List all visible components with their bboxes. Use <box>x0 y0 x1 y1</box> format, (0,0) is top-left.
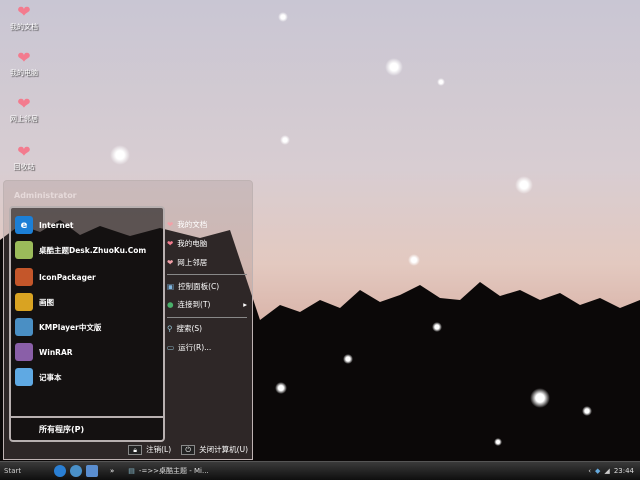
all-programs-button[interactable]: 所有程序(P) <box>11 416 163 440</box>
desktop-icon-my-computer[interactable]: ❤ 我的电脑 <box>2 50 46 78</box>
divider <box>167 274 247 275</box>
desktop-icon-network[interactable]: ❤ 网上邻居 <box>2 96 46 124</box>
lock-icon: 🔒︎ <box>128 444 143 455</box>
start-button[interactable]: Start <box>4 467 40 475</box>
heart-icon: ❤ <box>17 94 31 113</box>
kmplayer-icon <box>15 318 33 336</box>
power-icon: ⏻ <box>181 444 196 455</box>
menu-control-panel[interactable]: ▣ 控制面板(C) <box>167 277 219 295</box>
quicklaunch-more-button[interactable]: » <box>110 467 114 475</box>
globe-icon: ● <box>167 299 174 309</box>
network-icon[interactable]: ◆ <box>595 467 600 475</box>
program-internet[interactable]: e Internet <box>15 214 74 236</box>
window-icon: ▤ <box>128 467 135 475</box>
chevron-right-icon: ▸ <box>243 299 247 309</box>
menu-network[interactable]: ❤ 网上邻居 <box>167 253 207 271</box>
heart-icon: ❤ <box>17 142 31 161</box>
logoff-button[interactable]: 🔒︎ 注销(L) <box>128 444 171 455</box>
show-hidden-icons-button[interactable]: ‹ <box>588 467 591 475</box>
clock[interactable]: 23:44 <box>614 467 634 475</box>
menu-my-documents[interactable]: ❤ 我的文档 <box>167 215 207 233</box>
program-notepad[interactable]: 记事本 <box>15 366 62 388</box>
divider <box>167 317 247 318</box>
menu-run[interactable]: ▭ 运行(R)... <box>167 338 211 356</box>
program-kmplayer[interactable]: KMPlayer中文版 <box>15 316 101 338</box>
taskbar: Start » ▤ -=>>桌酷主题 - Mi... ‹ ◆ ◢ 23:44 <box>0 461 640 480</box>
taskbar-task-zhuoku[interactable]: ▤ -=>>桌酷主题 - Mi... <box>128 466 208 476</box>
ie-quicklaunch-icon[interactable] <box>54 465 66 477</box>
menu-connect-to[interactable]: ● 连接到(T) ▸ <box>167 295 247 313</box>
start-menu: Administrator e Internet 桌酷主题Desk.ZhuoKu.… <box>3 180 253 460</box>
program-iconpackager[interactable]: IconPackager <box>15 266 96 288</box>
heart-icon: ❤ <box>167 219 174 229</box>
iconpackager-icon <box>15 268 33 286</box>
notepad-icon <box>15 368 33 386</box>
heart-icon: ❤ <box>17 2 31 21</box>
program-paint[interactable]: 画图 <box>15 291 54 313</box>
system-tray: ‹ ◆ ◢ 23:44 <box>588 467 634 475</box>
program-zhuoku[interactable]: 桌酷主题Desk.ZhuoKu.Com <box>15 239 146 261</box>
desktop-icon-my-documents[interactable]: ❤ 我的文档 <box>2 4 46 32</box>
desktop-icon[interactable] <box>86 465 98 477</box>
desktop-icon-recycle-bin[interactable]: ❤ 回收站 <box>2 144 46 172</box>
search-icon: ⚲ <box>167 323 173 333</box>
program-winrar[interactable]: WinRAR <box>15 341 73 363</box>
menu-search[interactable]: ⚲ 搜索(S) <box>167 319 202 337</box>
volume-icon[interactable]: ◢ <box>604 467 609 475</box>
paint-icon <box>15 293 33 311</box>
control-panel-icon: ▣ <box>167 281 175 291</box>
programs-pane: e Internet 桌酷主题Desk.ZhuoKu.Com IconPackag… <box>9 206 165 442</box>
shutdown-button[interactable]: ⏻ 关闭计算机(U) <box>181 444 248 455</box>
media-player-icon[interactable] <box>70 465 82 477</box>
ie-icon: e <box>15 216 33 234</box>
heart-icon: ❤ <box>167 238 174 248</box>
zhuoku-icon <box>15 241 33 259</box>
winrar-icon <box>15 343 33 361</box>
heart-icon: ❤ <box>17 48 31 67</box>
menu-my-computer[interactable]: ❤ 我的电脑 <box>167 234 207 252</box>
run-icon: ▭ <box>167 342 175 352</box>
heart-icon: ❤ <box>167 257 174 267</box>
user-name: Administrator <box>14 191 77 200</box>
